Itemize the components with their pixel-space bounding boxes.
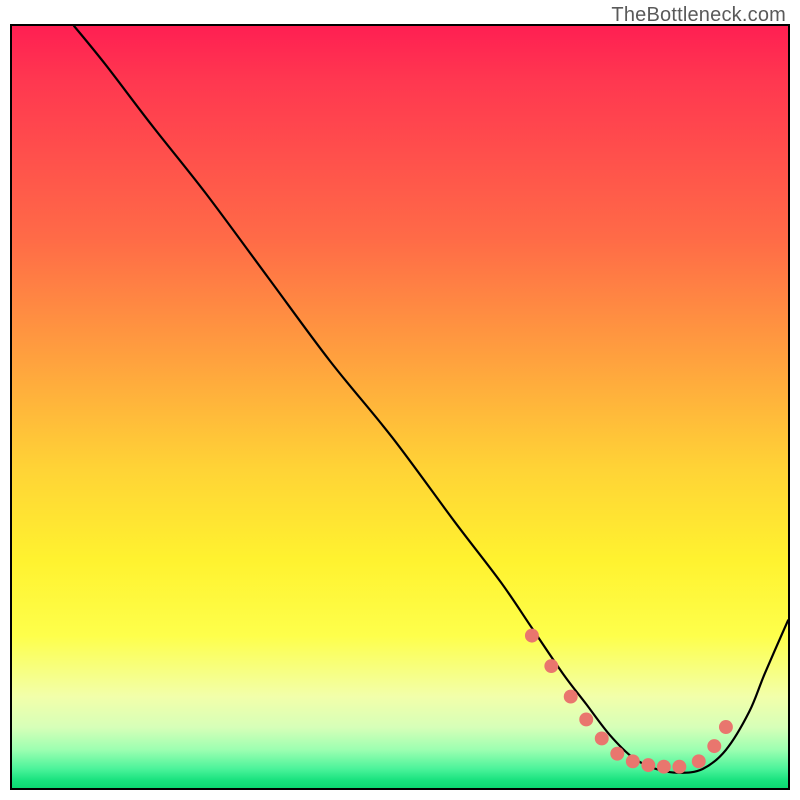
plot-area <box>10 24 790 790</box>
chart-container: TheBottleneck.com <box>0 0 800 800</box>
gradient-background <box>12 26 788 788</box>
